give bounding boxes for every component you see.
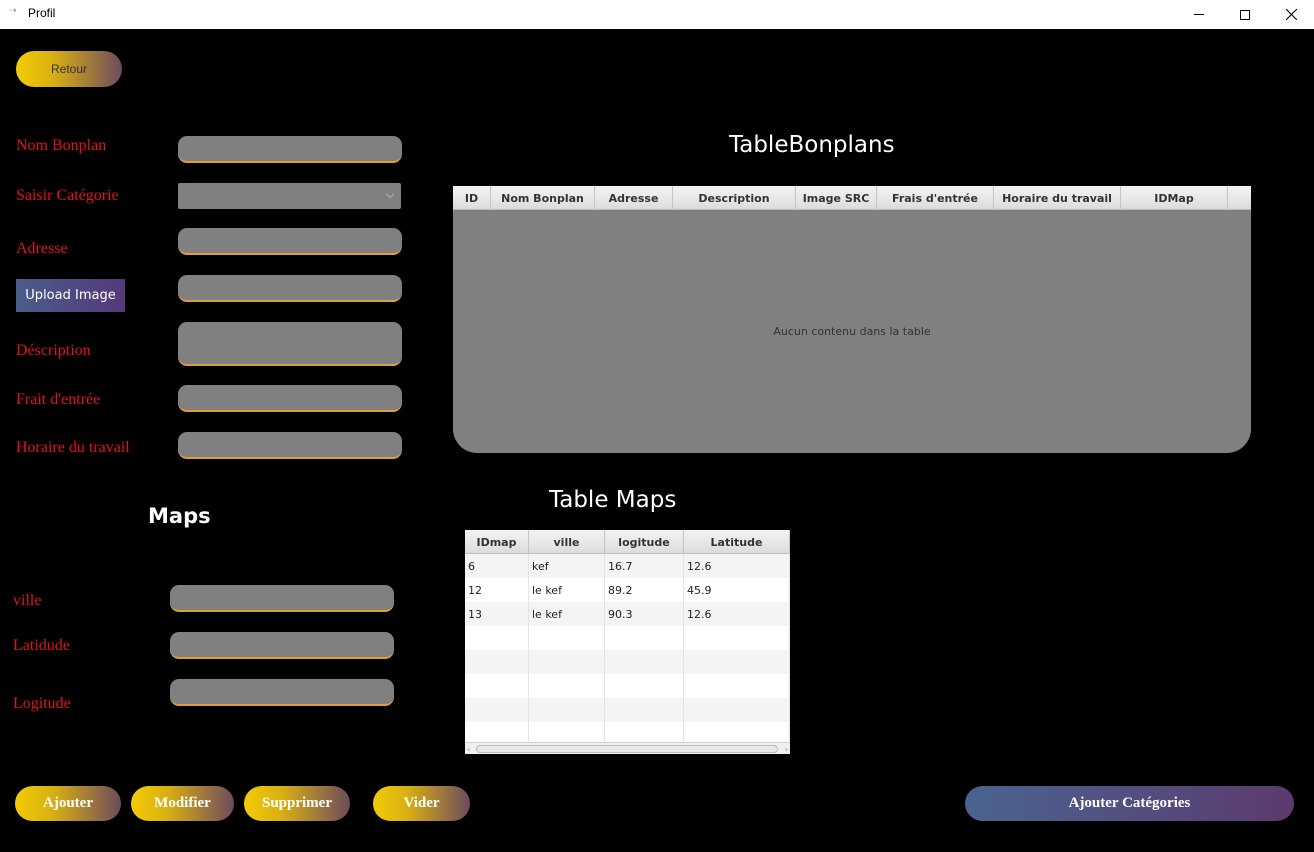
table-cell: 13 [465,602,529,626]
column-header[interactable]: Horaire du travail [994,186,1121,210]
upload-image-button[interactable]: Upload Image [16,279,125,312]
table-cell: 90.3 [605,602,684,626]
java-icon: ⇢ [9,6,17,16]
column-header[interactable]: Nom Bonplan [491,186,595,210]
categorie-label: Saisir Catégorie [16,187,119,204]
column-header[interactable]: ID [453,186,491,210]
ville-label: ville [13,592,42,609]
horaire-field[interactable] [178,432,402,459]
scroll-left-icon[interactable]: ‹ [467,745,470,754]
table-cell: le kef [529,602,605,626]
modifier-button[interactable]: Modifier [131,786,234,821]
table-cell: 6 [465,554,529,578]
frais-field[interactable] [178,385,402,412]
table-maps-title: Table Maps [549,487,677,513]
table-row[interactable]: 6 kef 16.7 12.6 [465,554,790,578]
empty-row [465,626,790,650]
table-cell: 12.6 [684,554,790,578]
column-header[interactable]: IDMap [1121,186,1228,210]
empty-row [465,698,790,722]
chevron-down-icon [385,189,395,199]
column-header[interactable]: ville [529,530,605,554]
close-icon [1285,9,1297,20]
table-cell: 12.6 [684,602,790,626]
maps-section-title: Maps [148,504,211,528]
table-cell: 12 [465,578,529,602]
image-path-field[interactable] [178,275,402,302]
table-cell: 16.7 [605,554,684,578]
ville-field[interactable] [170,585,394,612]
nom-bonplan-field[interactable] [178,136,402,163]
window-titlebar: ⇢ Profil [0,0,1314,29]
categorie-select[interactable] [178,183,401,209]
maximize-icon [1240,9,1250,20]
window-title: Profil [28,6,56,20]
column-header[interactable]: Description [673,186,796,210]
table-row[interactable]: 13 le kef 90.3 12.6 [465,602,790,626]
close-button[interactable] [1268,0,1314,29]
bonplans-table[interactable]: ID Nom Bonplan Adresse Description Image… [453,186,1251,453]
frais-label: Frait d'entrée [16,391,101,408]
table-cell: 45.9 [684,578,790,602]
ajouter-button[interactable]: Ajouter [15,786,121,821]
column-header[interactable]: Latitude [684,530,790,554]
description-field[interactable] [178,322,402,366]
maps-table[interactable]: IDmap ville logitude Latitude 6 kef 16.7… [465,530,790,754]
column-header[interactable]: IDmap [465,530,529,554]
empty-row [465,650,790,674]
vider-button[interactable]: Vider [373,786,470,821]
latitude-field[interactable] [170,632,394,659]
column-header[interactable]: Image SRC [796,186,877,210]
table-bonplans-title: TableBonplans [729,132,895,158]
longitude-label: Logitude [13,695,71,712]
latitude-label: Latidude [13,637,70,654]
scroll-right-icon[interactable]: › [785,745,788,754]
adresse-field[interactable] [178,228,402,255]
horaire-label: Horaire du travail [16,439,130,456]
maps-table-body: 6 kef 16.7 12.6 12 le kef 89.2 45.9 13 l… [465,554,790,746]
minimize-button[interactable] [1176,0,1222,29]
maps-table-header: IDmap ville logitude Latitude [465,530,790,554]
minimize-icon [1194,14,1204,15]
table-cell: kef [529,554,605,578]
table-cell: 89.2 [605,578,684,602]
supprimer-button[interactable]: Supprimer [244,786,350,821]
maximize-button[interactable] [1222,0,1268,29]
empty-table-placeholder: Aucun contenu dans la table [773,325,931,338]
nom-bonplan-label: Nom Bonplan [16,137,107,154]
retour-button[interactable]: Retour [16,51,122,87]
adresse-label: Adresse [16,240,68,257]
table-row[interactable]: 12 le kef 89.2 45.9 [465,578,790,602]
column-header[interactable]: logitude [605,530,684,554]
empty-row [465,674,790,698]
column-header[interactable]: Frais d'entrée [877,186,994,210]
bonplans-table-header: ID Nom Bonplan Adresse Description Image… [453,186,1251,210]
longitude-field[interactable] [170,679,394,706]
horizontal-scrollbar[interactable]: ‹ › [465,742,790,754]
ajouter-categories-button[interactable]: Ajouter Catégories [965,786,1294,821]
column-header[interactable]: Adresse [595,186,673,210]
scrollbar-thumb[interactable] [476,745,778,753]
description-label: Déscription [16,342,91,359]
table-cell: le kef [529,578,605,602]
